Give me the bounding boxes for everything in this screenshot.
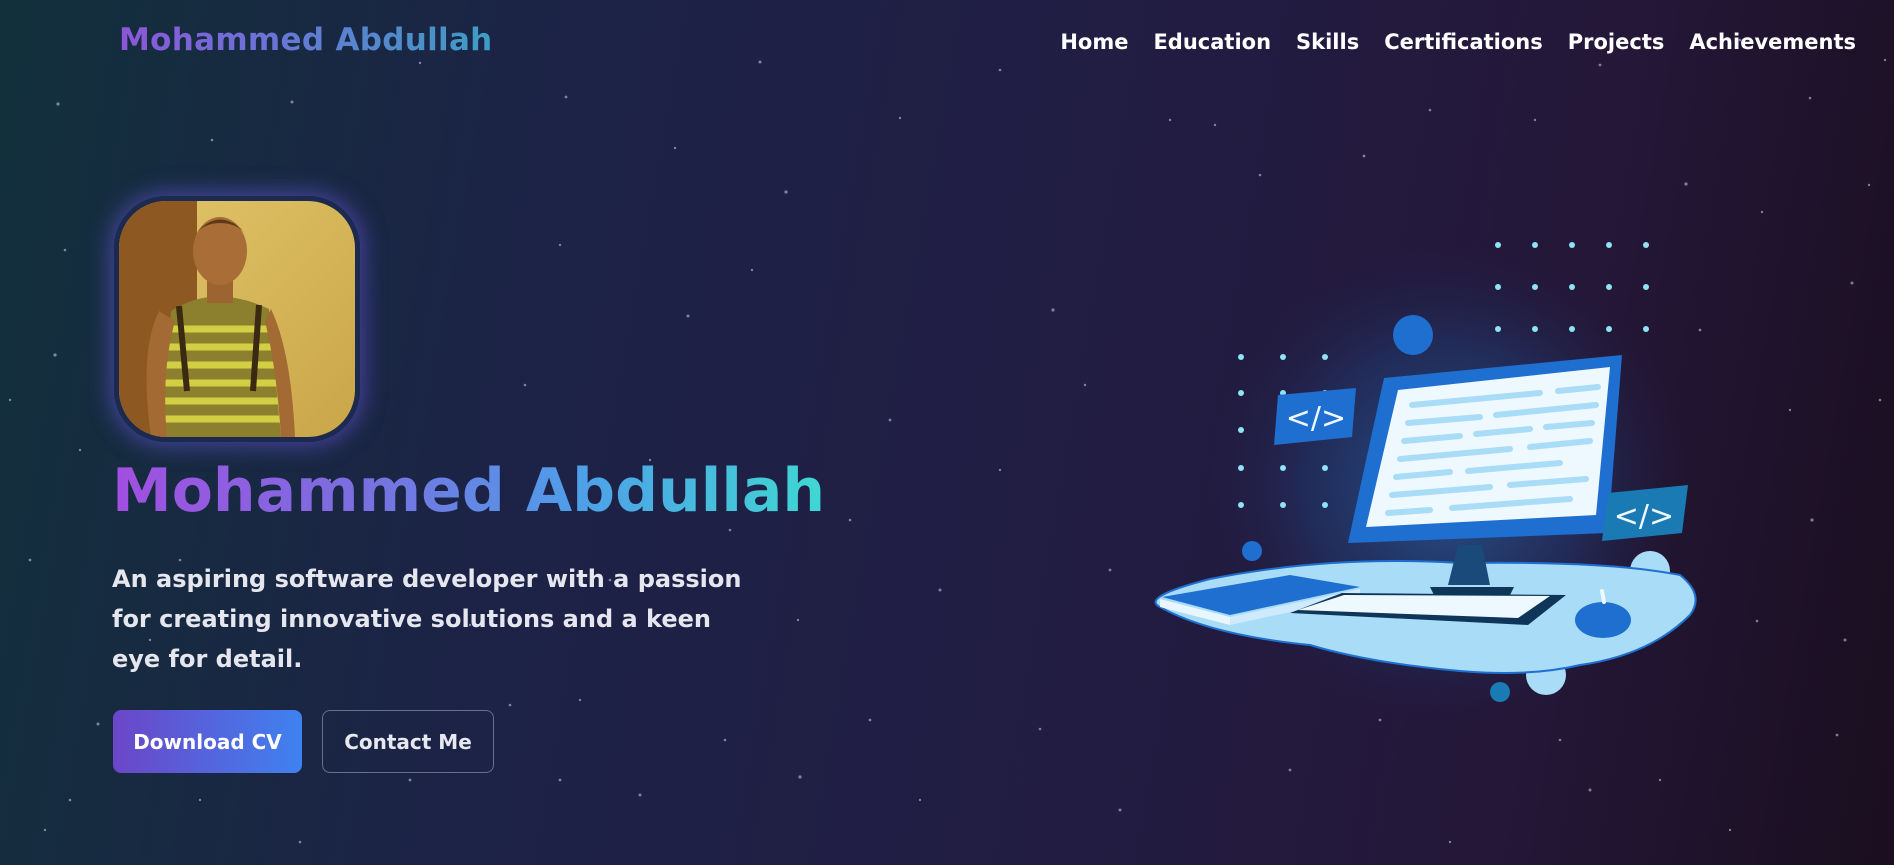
nav-link-skills[interactable]: Skills (1296, 30, 1359, 54)
svg-text:</>: </> (1614, 499, 1674, 534)
code-tag-right-icon: </> (1602, 485, 1688, 541)
nav-link-achievements[interactable]: Achievements (1689, 30, 1856, 54)
desktop-computer-code-illustration: </> </> (1154, 242, 1697, 725)
avatar (114, 196, 360, 442)
hero-tagline: An aspiring software developer with a pa… (112, 565, 742, 673)
site-logo[interactable]: Mohammed Abdullah (119, 22, 493, 58)
nav-link-home[interactable]: Home (1060, 30, 1128, 54)
contact-me-button[interactable]: Contact Me (322, 710, 494, 773)
svg-text:</>: </> (1286, 401, 1346, 436)
download-cv-button[interactable]: Download CV (113, 710, 302, 773)
nav-link-projects[interactable]: Projects (1568, 30, 1665, 54)
hero-name-heading: Mohammed Abdullah (112, 456, 826, 526)
code-tag-left-icon: </> (1274, 388, 1356, 445)
profile-photo-icon (119, 201, 355, 437)
nav-link-education[interactable]: Education (1153, 30, 1271, 54)
nav-menu: Home Education Skills Certifications Pro… (1060, 30, 1856, 54)
top-navigation: Mohammed Abdullah Home Education Skills … (0, 0, 1894, 90)
nav-link-certifications[interactable]: Certifications (1384, 30, 1543, 54)
